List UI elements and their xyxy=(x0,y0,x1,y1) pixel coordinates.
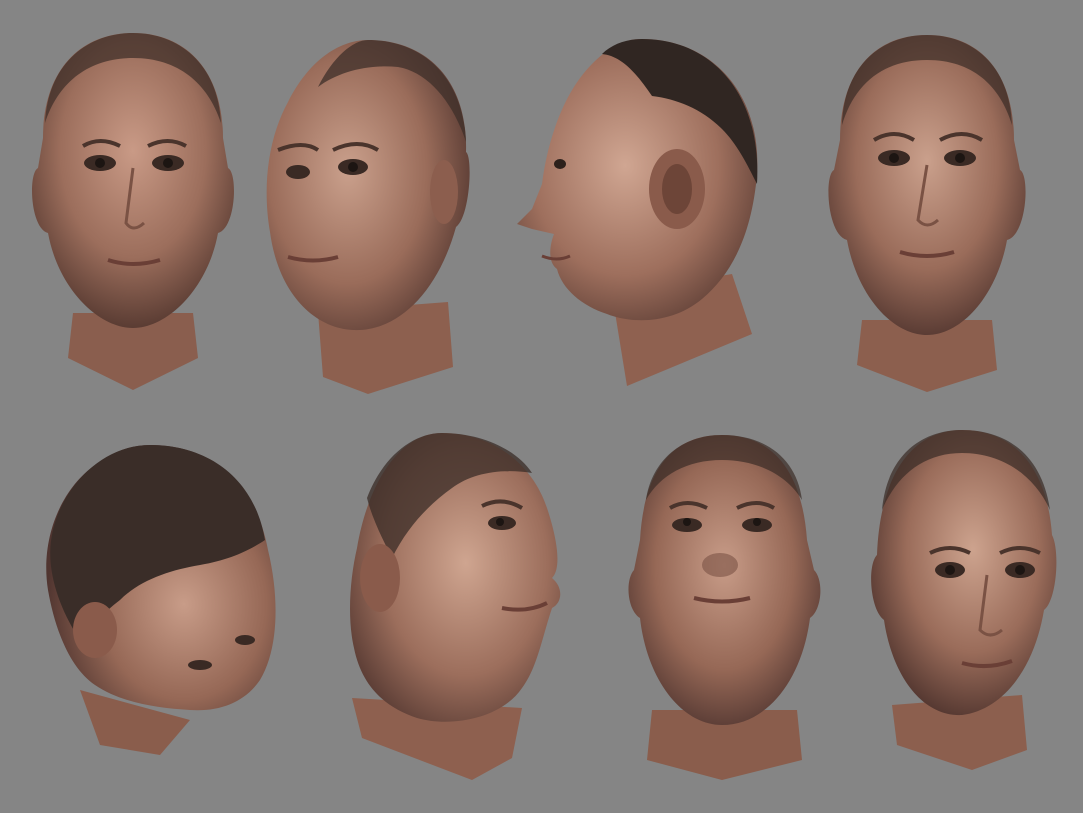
head-render-looking-up-right xyxy=(342,428,567,783)
head-three-quarter-illustration xyxy=(266,40,470,394)
head-front-illustration xyxy=(32,33,234,390)
head-render-front-slight xyxy=(822,30,1032,395)
render-canvas xyxy=(0,0,1083,813)
head-render-looking-up-front xyxy=(622,430,827,785)
head-render-profile xyxy=(512,34,772,394)
head-top-down-illustration xyxy=(46,445,276,755)
head-render-top-down xyxy=(40,440,285,760)
head-front-tilt-illustration xyxy=(871,430,1057,770)
head-profile-illustration xyxy=(517,39,758,386)
head-render-front-tilt xyxy=(862,425,1062,775)
head-render-three-quarter xyxy=(258,32,478,397)
head-render-front xyxy=(28,28,238,393)
head-looking-up-right-illustration xyxy=(350,433,561,780)
head-looking-up-front-illustration xyxy=(628,435,821,780)
head-front-slight-illustration xyxy=(828,35,1026,392)
